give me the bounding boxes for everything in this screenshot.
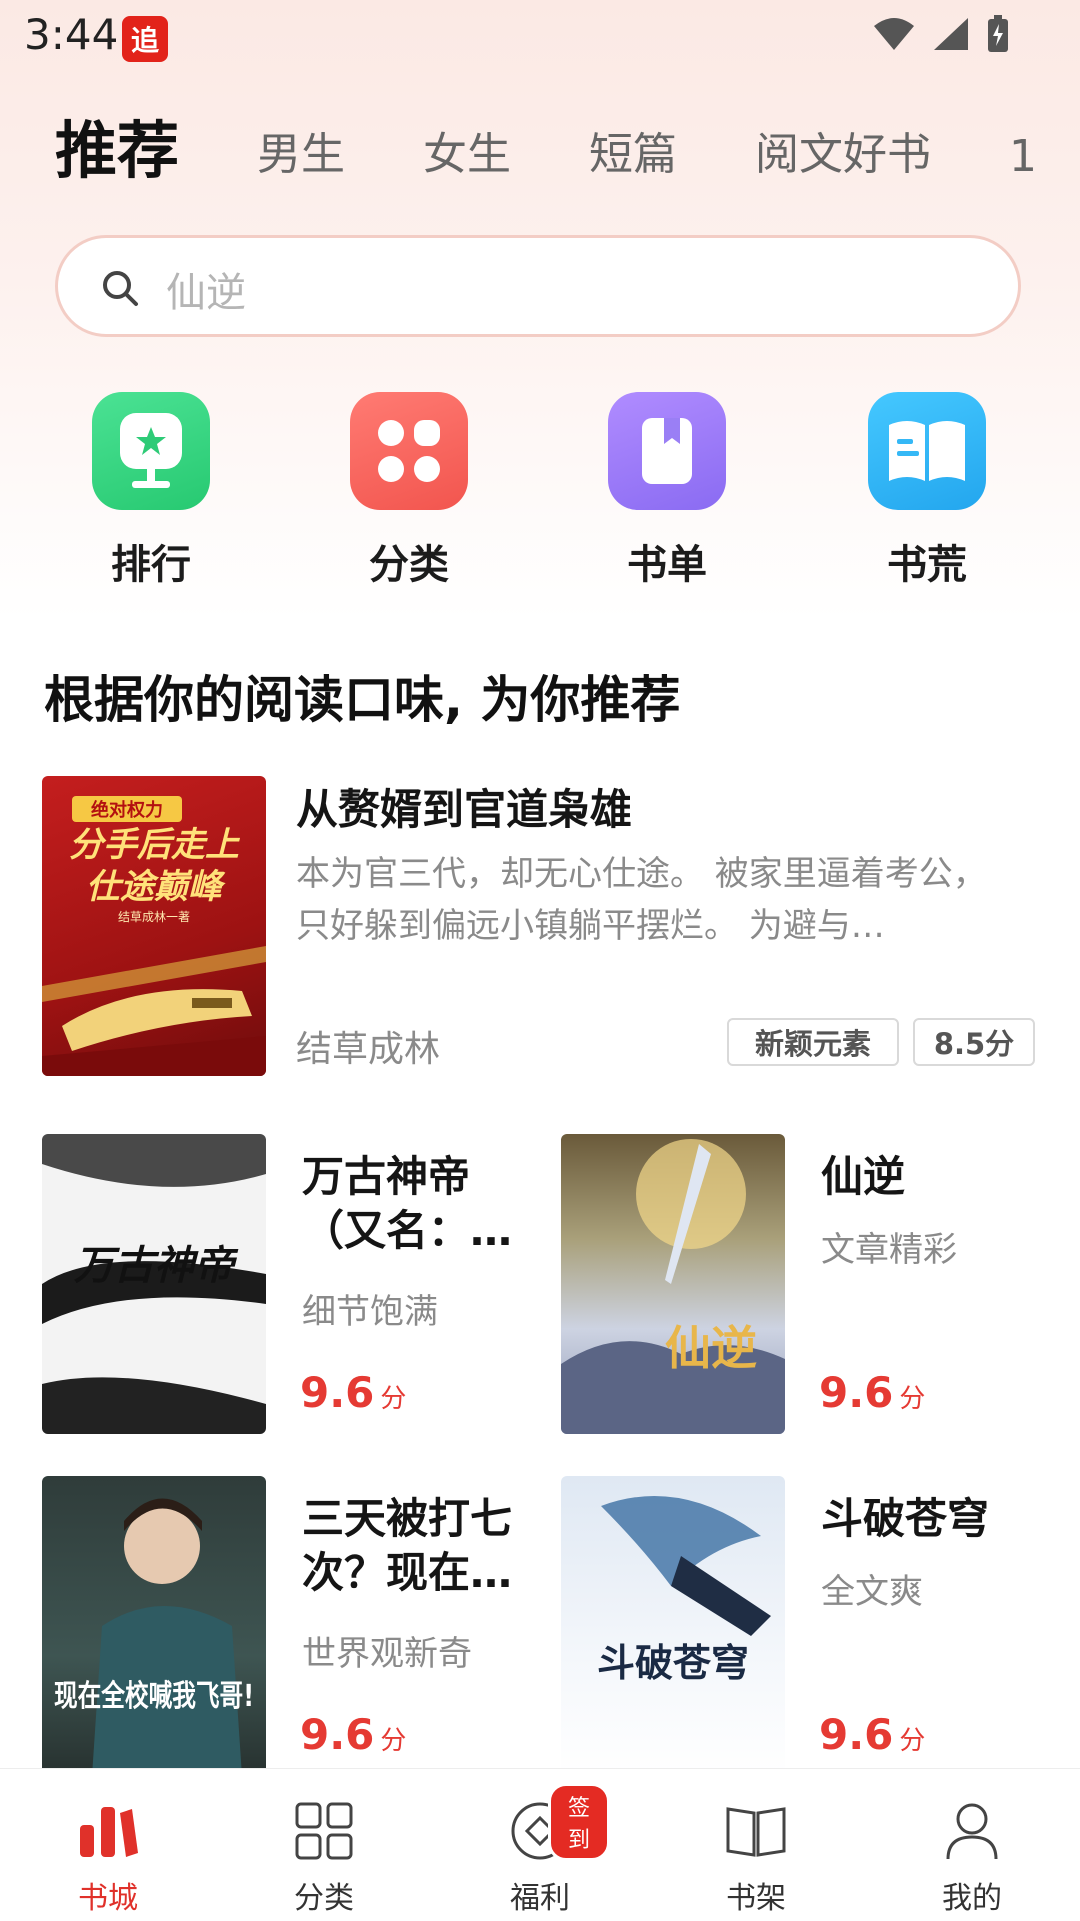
category-grid-icon xyxy=(350,392,468,510)
book-score: 9.6 分 xyxy=(819,1710,925,1759)
book-cover[interactable]: 现在全校喊我飞哥! xyxy=(42,1476,266,1776)
bottom-navigation: 书城 分类 签到 福利 书架 我的 xyxy=(0,1768,1080,1921)
wifi-icon xyxy=(874,18,914,50)
book-title: 三天被打七次？现在… xyxy=(302,1494,513,1597)
score-value: 9.6 xyxy=(819,1368,894,1417)
section-title: 根据你的阅读口味, 为你推荐 xyxy=(44,671,681,729)
app-notification-icon: 追 xyxy=(122,16,168,62)
status-time: 3:44 xyxy=(24,10,119,59)
cover-tagline: 绝对权力 xyxy=(91,799,163,821)
nav-category[interactable]: 分类 xyxy=(254,1769,394,1921)
tab-recommend[interactable]: 推荐 xyxy=(55,100,179,190)
profile-icon xyxy=(902,1799,1042,1863)
cover-author: 结草成林一著 xyxy=(118,910,190,924)
score-value: 9.6 xyxy=(300,1710,375,1759)
sign-in-badge: 签到 xyxy=(548,1783,610,1861)
shortcut-label: 书荒 xyxy=(887,542,967,588)
book-cover[interactable]: 万古神帝 xyxy=(42,1134,266,1434)
nav-welfare[interactable]: 签到 福利 xyxy=(470,1769,610,1921)
search-icon xyxy=(103,271,138,306)
cover-title-line-1: 分手后走上 xyxy=(69,825,241,865)
category-tabs: 推荐 男生 女生 短篇 阅文好书 1 xyxy=(55,100,1037,190)
bookstore-icon xyxy=(38,1799,178,1863)
book-cover[interactable]: 绝对权力 分手后走上 仕途巅峰 结草成林一著 xyxy=(42,776,266,1076)
book-card[interactable]: 斗破苍穹 斗破苍穹 全文爽 9.6 分 xyxy=(561,1476,1061,1776)
nav-label: 书城 xyxy=(78,1881,138,1916)
featured-book-author: 结草成林 xyxy=(296,1029,441,1070)
featured-book-title[interactable]: 从赘婿到官道枭雄 xyxy=(296,776,632,837)
book-score: 9.6 分 xyxy=(819,1368,925,1417)
score-unit: 分 xyxy=(380,1726,407,1756)
score-unit: 分 xyxy=(899,1384,926,1414)
status-bar: 3:44 追 xyxy=(0,0,1080,80)
cover-title-line-2: 仕途巅峰 xyxy=(86,867,226,907)
shortcut-label: 分类 xyxy=(369,542,449,588)
shortcut-booklist[interactable]: 书单 xyxy=(592,392,742,590)
score-unit: 分 xyxy=(380,1384,407,1414)
nav-bookshelf[interactable]: 书架 xyxy=(686,1769,826,1921)
open-book-icon xyxy=(868,392,986,510)
nav-bookstore[interactable]: 书城 xyxy=(38,1769,178,1921)
book-score: 9.6 分 xyxy=(300,1368,406,1417)
book-description: 世界观新奇 xyxy=(302,1634,472,1674)
book-card[interactable]: 仙逆 仙逆 文章精彩 9.6 分 xyxy=(561,1134,1061,1434)
book-card[interactable]: 万古神帝 万古神帝（又名：… 细节饱满 9.6 分 xyxy=(42,1134,542,1434)
cover-title: 仙逆 xyxy=(665,1321,757,1375)
book-score: 9.6 分 xyxy=(300,1710,406,1759)
nav-label: 分类 xyxy=(294,1881,354,1916)
shortcut-category[interactable]: 分类 xyxy=(334,392,484,590)
book-title: 斗破苍穹 xyxy=(821,1494,990,1543)
shortcut-book-shortage[interactable]: 书荒 xyxy=(852,392,1002,590)
shortcut-label: 排行 xyxy=(111,542,191,588)
score-value: 9.6 xyxy=(300,1368,375,1417)
nav-profile[interactable]: 我的 xyxy=(902,1769,1042,1921)
search-placeholder: 仙逆 xyxy=(166,270,246,316)
tab-short[interactable]: 短篇 xyxy=(589,118,677,190)
featured-book-description: 本为官三代，却无心仕途。 被家里逼着考公，只好躲到偏远小镇躺平摆烂。 为避与… xyxy=(296,854,987,946)
cover-title: 斗破苍穹 xyxy=(597,1640,749,1685)
book-title: 万古神帝（又名：… xyxy=(302,1152,513,1255)
book-title: 仙逆 xyxy=(821,1152,906,1201)
book-description: 细节饱满 xyxy=(302,1292,438,1332)
book-card[interactable]: 现在全校喊我飞哥! 三天被打七次？现在… 世界观新奇 9.6 分 xyxy=(42,1476,542,1776)
signal-icon xyxy=(934,18,968,50)
cover-title: 万古神帝 xyxy=(74,1242,239,1289)
booklist-icon xyxy=(608,392,726,510)
score-unit: 分 xyxy=(899,1726,926,1756)
tab-male[interactable]: 男生 xyxy=(257,118,345,190)
shortcut-label: 书单 xyxy=(627,542,707,588)
nav-label: 书架 xyxy=(726,1881,786,1916)
battery-icon xyxy=(988,15,1008,52)
cover-title: 现在全校喊我飞哥! xyxy=(54,1679,254,1714)
tab-more[interactable]: 1 xyxy=(1009,131,1037,190)
score-value: 9.6 xyxy=(819,1710,894,1759)
rating-badge: 8.5分 xyxy=(913,1018,1035,1066)
tag-badge: 新颖元素 xyxy=(727,1018,899,1066)
nav-label: 福利 xyxy=(510,1881,570,1916)
tab-female[interactable]: 女生 xyxy=(423,118,511,190)
search-bar[interactable]: 仙逆 xyxy=(55,235,1021,337)
category-icon xyxy=(254,1799,394,1863)
book-cover[interactable]: 斗破苍穹 xyxy=(561,1476,785,1776)
book-cover[interactable]: 仙逆 xyxy=(561,1134,785,1434)
book-description: 全文爽 xyxy=(821,1572,923,1612)
shortcut-ranking[interactable]: 排行 xyxy=(76,392,226,590)
tab-yuewen-books[interactable]: 阅文好书 xyxy=(755,118,931,190)
nav-label: 我的 xyxy=(942,1881,1002,1916)
book-description: 文章精彩 xyxy=(821,1230,957,1270)
trophy-icon xyxy=(92,392,210,510)
bookshelf-icon xyxy=(686,1799,826,1863)
